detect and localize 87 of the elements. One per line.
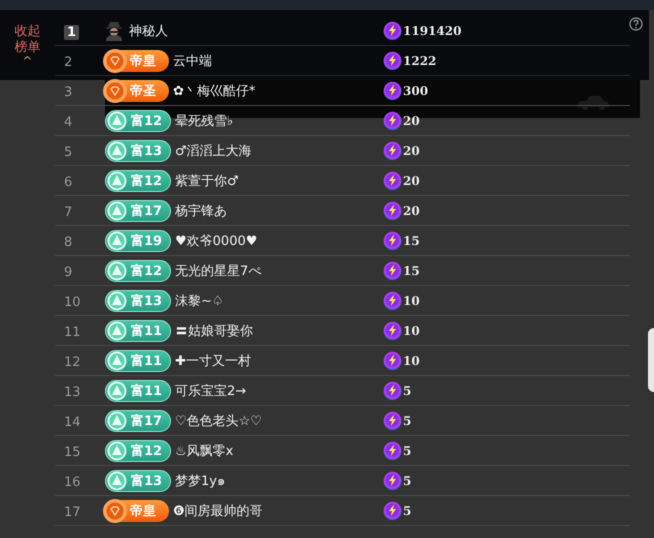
score: 1222 xyxy=(403,54,436,68)
user-name: 晕死残雪♭ xyxy=(175,112,234,130)
help-icon[interactable] xyxy=(629,17,643,31)
level-badge: 富13 xyxy=(105,470,171,492)
score: 5 xyxy=(403,474,412,488)
user-name: 云中端 xyxy=(173,52,212,70)
rank-number: 1 xyxy=(64,25,80,40)
user-name: 〓姑娘哥娶你 xyxy=(175,322,253,340)
rank-number: 2 xyxy=(64,55,72,70)
score: 20 xyxy=(403,174,420,188)
rank-number: 4 xyxy=(64,115,72,130)
user-name: 神秘人 xyxy=(129,22,168,40)
rank-number: 11 xyxy=(64,325,81,340)
level-badge: 富12 xyxy=(105,110,171,132)
rank-number: 12 xyxy=(64,355,81,370)
level-badge: 富12 xyxy=(105,440,171,462)
user-name: 紫萱于你♂ xyxy=(175,172,239,190)
score: 20 xyxy=(403,144,420,158)
rank-number: 16 xyxy=(64,475,81,490)
user-name: ♥欢爷0000♥ xyxy=(175,232,258,250)
level-badge: 富17 xyxy=(105,200,171,222)
rank-number: 10 xyxy=(64,295,81,310)
level-badge: 富19 xyxy=(105,230,171,252)
user-name: 杨宇锋あ xyxy=(175,202,227,220)
rank-number: 8 xyxy=(64,235,72,250)
rank-badge: 帝皇 xyxy=(105,50,169,72)
rank-number: 5 xyxy=(64,145,72,160)
rank-badge: 帝皇 xyxy=(105,500,169,522)
hat-figure-icon xyxy=(105,20,123,40)
score: 5 xyxy=(403,414,412,428)
level-badge: 富12 xyxy=(105,170,171,192)
rank-number: 9 xyxy=(64,265,72,280)
level-badge: 富11 xyxy=(105,380,171,402)
lightning-coin-icon xyxy=(383,261,402,280)
user-name: ✚一寸又一村 xyxy=(175,352,251,370)
lightning-coin-icon xyxy=(383,351,402,370)
score: 1191420 xyxy=(403,24,462,38)
lightning-coin-icon xyxy=(383,321,402,340)
lightning-coin-icon xyxy=(383,141,402,160)
level-badge: 富13 xyxy=(105,140,171,162)
level-badge: 富11 xyxy=(105,320,171,342)
user-name: 无光的星星7ぺ xyxy=(175,262,262,280)
user-name: 沫黎~♤ xyxy=(175,292,224,310)
rank-number: 14 xyxy=(64,415,81,430)
user-name: ♂滔滔上大海 xyxy=(175,142,252,160)
lightning-coin-icon xyxy=(383,381,402,400)
rank-number: 7 xyxy=(64,205,72,220)
level-badge: 富13 xyxy=(105,290,171,312)
level-badge: 富12 xyxy=(105,260,171,282)
lightning-coin-icon xyxy=(383,501,402,520)
user-name: 可乐宝宝2→ xyxy=(175,382,246,400)
level-badge: 富11 xyxy=(105,350,171,372)
lightning-coin-icon xyxy=(383,291,402,310)
user-name: 梦梦1y๑ xyxy=(175,473,225,491)
rank-badge: 帝圣 xyxy=(105,80,169,102)
user-name: ✿丶梅巛酷仔* xyxy=(173,82,256,100)
score: 5 xyxy=(403,444,412,458)
lightning-coin-icon xyxy=(383,81,402,100)
score: 300 xyxy=(403,84,428,98)
lightning-coin-icon xyxy=(383,111,402,130)
score: 15 xyxy=(403,234,420,248)
score: 10 xyxy=(403,354,420,368)
level-badge: 富17 xyxy=(105,410,171,432)
lightning-coin-icon xyxy=(383,171,402,190)
lightning-coin-icon xyxy=(383,51,402,70)
lightning-coin-icon xyxy=(383,441,402,460)
rank-number: 17 xyxy=(64,505,81,520)
score: 20 xyxy=(403,204,420,218)
score: 20 xyxy=(403,114,420,128)
score: 5 xyxy=(403,504,412,518)
score: 15 xyxy=(403,264,420,278)
lightning-coin-icon xyxy=(383,411,402,430)
lightning-coin-icon xyxy=(383,21,402,40)
rank-number: 6 xyxy=(64,175,72,190)
lightning-coin-icon xyxy=(383,201,402,220)
rank-number: 3 xyxy=(64,85,72,100)
user-name: ♡色色老头☆♡ xyxy=(175,412,262,430)
score: 5 xyxy=(403,384,412,398)
user-name: ❻间房最帅的哥 xyxy=(173,502,263,520)
score: 10 xyxy=(403,294,420,308)
rank-number: 13 xyxy=(64,385,81,400)
score: 10 xyxy=(403,324,420,338)
rank-number: 15 xyxy=(64,445,81,460)
lightning-coin-icon xyxy=(383,471,402,490)
lightning-coin-icon xyxy=(383,231,402,250)
side-handle[interactable] xyxy=(648,328,654,392)
user-name: ♨风飘零x xyxy=(175,442,234,460)
